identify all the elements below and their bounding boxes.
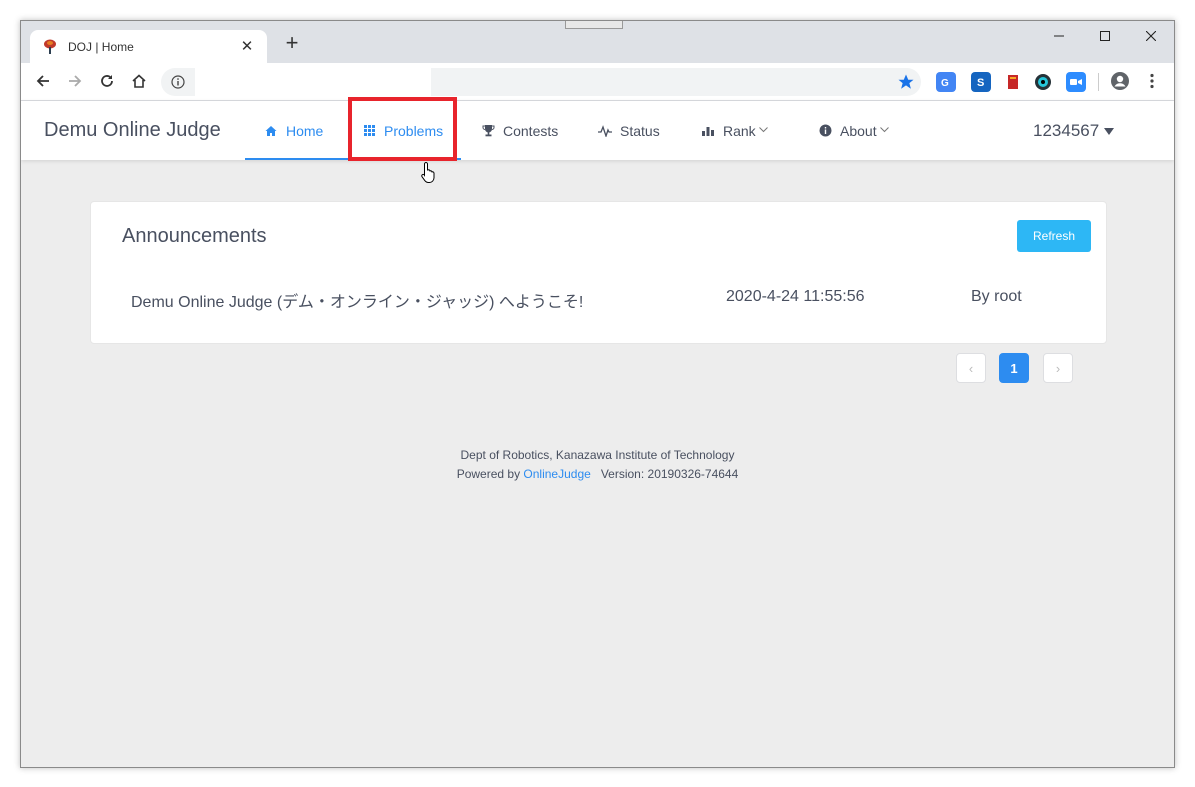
new-tab-button[interactable]: +	[281, 32, 303, 55]
announcement-date: 2020-4-24 11:55:56	[726, 288, 865, 305]
back-button[interactable]	[30, 68, 56, 94]
maximize-button[interactable]	[1082, 21, 1128, 51]
tab-close-icon[interactable]: ✕	[239, 38, 255, 55]
page-content: Demu Online Judge Home Problems Contests…	[21, 97, 1174, 767]
nav-home[interactable]: Home	[264, 101, 323, 160]
nav-contests-label: Contests	[503, 122, 559, 139]
pagination-page-1[interactable]: 1	[999, 353, 1029, 383]
site-brand[interactable]: Demu Online Judge	[44, 119, 221, 142]
extension-book-icon[interactable]	[1003, 72, 1023, 92]
site-navbar: Demu Online Judge Home Problems Contests…	[21, 97, 1174, 161]
browser-tab[interactable]: DOJ | Home ✕	[30, 30, 267, 63]
address-bar[interactable]	[161, 68, 921, 96]
chevron-down-icon	[879, 125, 889, 136]
profile-avatar-icon[interactable]	[1107, 68, 1133, 94]
footer-org: Dept of Robotics, Kanazawa Institute of …	[460, 448, 735, 462]
home-button[interactable]	[126, 68, 152, 94]
footer-version: Version: 20190326-74644	[600, 467, 739, 481]
nav-about[interactable]: About	[818, 101, 889, 160]
zoom-extension-icon[interactable]	[1066, 72, 1086, 92]
user-menu[interactable]: 1234567	[1033, 121, 1115, 141]
refresh-button[interactable]: Refresh	[1017, 220, 1091, 252]
hand-pointer-cursor-icon	[421, 161, 437, 188]
svg-text:G: G	[941, 78, 949, 89]
extension-s-icon[interactable]: S	[971, 72, 991, 92]
nav-about-label: About	[840, 122, 877, 139]
nav-status-label: Status	[620, 122, 660, 139]
toolbar-separator	[1098, 73, 1099, 91]
problems-highlight-box	[348, 97, 457, 161]
extension-eye-icon[interactable]	[1033, 72, 1053, 92]
site-info-icon[interactable]	[161, 68, 195, 96]
announcements-title: Announcements	[122, 225, 267, 247]
footer-powered: Powered by OnlineJudge Version: 20190326…	[21, 465, 1174, 484]
nav-rank-label: Rank	[723, 122, 756, 139]
reload-button[interactable]	[94, 68, 120, 94]
translate-extension-icon[interactable]: G	[936, 72, 956, 92]
bookmark-star-icon[interactable]	[897, 73, 915, 96]
forward-button[interactable]	[62, 68, 88, 94]
nav-home-label: Home	[286, 122, 324, 139]
address-redaction	[195, 68, 431, 96]
info-icon	[818, 124, 832, 138]
announcements-card: Announcements Refresh Demu Online Judge …	[90, 201, 1107, 344]
tab-title: DOJ | Home	[68, 39, 134, 54]
site-favicon-icon	[42, 39, 58, 55]
trophy-icon	[481, 124, 495, 138]
chevron-down-icon	[758, 125, 768, 136]
tab-strip: DOJ | Home ✕ +	[21, 21, 1174, 63]
svg-text:S: S	[977, 77, 984, 89]
pagination-next-button[interactable]: ›	[1043, 353, 1073, 383]
username: 1234567	[1033, 121, 1100, 140]
caret-down-icon	[1104, 127, 1115, 135]
announcement-title[interactable]: Demu Online Judge (デム・オンライン・ジャッジ) へようこそ!	[131, 288, 583, 312]
pagination-prev-button[interactable]: ‹	[956, 353, 986, 383]
minimize-button[interactable]	[1036, 21, 1082, 51]
announcement-author: By root	[971, 288, 1022, 305]
footer-onlinejudge-link[interactable]: OnlineJudge	[523, 467, 590, 481]
nav-status[interactable]: Status	[598, 101, 660, 160]
browser-toolbar: G S	[21, 63, 1174, 101]
nav-contests[interactable]: Contests	[481, 101, 558, 160]
bar-chart-icon	[701, 124, 715, 138]
page-footer: Dept of Robotics, Kanazawa Institute of …	[21, 446, 1174, 484]
browser-window: DOJ | Home ✕ + G S Demu Online Judge Hom…	[20, 20, 1175, 768]
nav-rank[interactable]: Rank	[701, 101, 768, 160]
pulse-icon	[598, 124, 612, 138]
window-drag-handle[interactable]	[565, 21, 623, 29]
home-icon	[264, 124, 278, 138]
browser-menu-icon[interactable]	[1139, 68, 1165, 94]
close-window-button[interactable]	[1128, 21, 1174, 51]
footer-powered-prefix: Powered by	[456, 467, 521, 481]
